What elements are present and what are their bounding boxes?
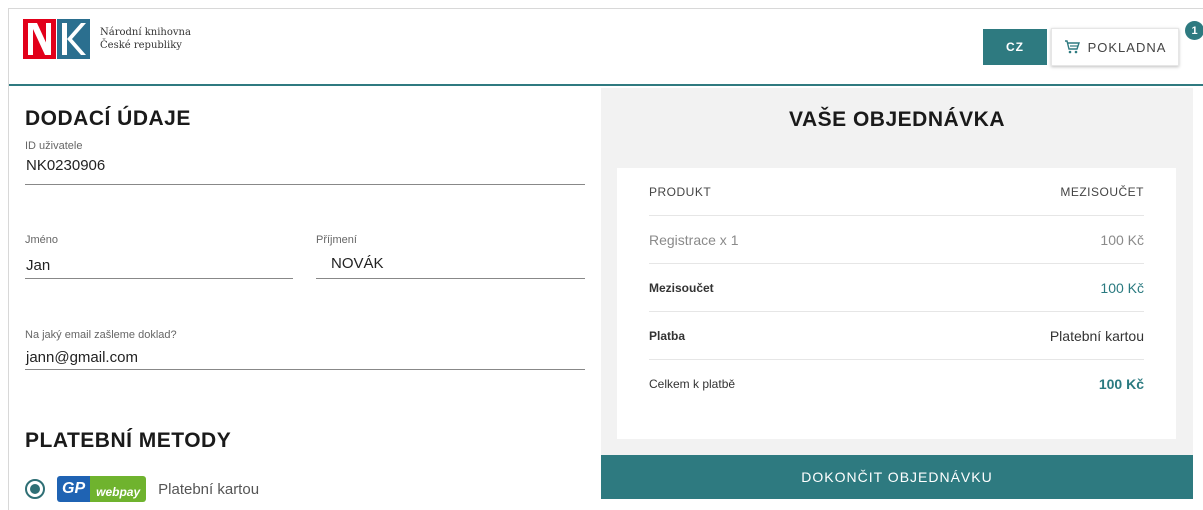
last-name-field[interactable]: NOVÁK <box>330 255 384 272</box>
total-row: Celkem k platbě 100 Kč <box>649 360 1144 408</box>
order-title: VAŠE OBJEDNÁVKA <box>789 108 1005 131</box>
cart-count-badge: 1 <box>1185 21 1203 40</box>
subtotal-row: Mezisoučet 100 Kč <box>649 264 1144 312</box>
nk-logo[interactable]: Národní knihovna České republiky <box>23 19 191 59</box>
logo-n-mark <box>23 19 56 59</box>
payment-row: Platba Platební kartou <box>649 312 1144 360</box>
payment-radio[interactable] <box>25 479 45 499</box>
order-item-row: Registrace x 1 100 Kč <box>649 216 1144 264</box>
payment-method-label: Platební kartou <box>158 480 260 498</box>
total-label: Celkem k platbě <box>649 377 736 391</box>
gp-webpay-logo: GP webpay <box>57 476 147 502</box>
email-field[interactable]: jann@gmail.com <box>25 349 138 366</box>
user-id-label: ID uživatele <box>25 140 83 152</box>
item-price: 100 Kč <box>1100 231 1144 248</box>
payment-label: Platba <box>649 328 686 343</box>
webpay-mark: webpay <box>90 476 147 502</box>
checkout-label: POKLADNA <box>1087 39 1167 55</box>
column-product: PRODUKT <box>649 184 712 199</box>
total-value: 100 Kč <box>1098 376 1144 392</box>
column-subtotal: MEZISOUČET <box>1060 184 1144 199</box>
user-id-underline <box>25 184 585 185</box>
order-header-row: PRODUKT MEZISOUČET <box>649 168 1144 216</box>
site-header: Národní knihovna České republiky CZ POKL… <box>9 9 1203 86</box>
email-label: Na jaký email zašleme doklad? <box>25 329 177 341</box>
checkout-button[interactable]: POKLADNA <box>1051 28 1179 66</box>
cart-icon <box>1064 40 1080 54</box>
first-name-underline <box>25 278 293 279</box>
delivery-title: DODACÍ ÚDAJE <box>25 107 191 130</box>
payment-value: Platební kartou <box>1049 327 1144 344</box>
order-table: PRODUKT MEZISOUČET Registrace x 1 100 Kč… <box>617 168 1176 439</box>
order-summary-panel: VAŠE OBJEDNÁVKA PRODUKT MEZISOUČET Regis… <box>601 88 1193 455</box>
gp-mark: GP <box>57 476 91 502</box>
first-name-field[interactable]: Jan <box>25 257 50 274</box>
logo-line1: Národní knihovna <box>100 27 191 38</box>
subtotal-label: Mezisoučet <box>649 280 714 295</box>
language-button[interactable]: CZ <box>983 29 1047 65</box>
subtotal-value: 100 Kč <box>1100 279 1144 296</box>
logo-line2: České republiky <box>100 40 182 51</box>
last-name-underline <box>316 278 585 279</box>
payment-option-card[interactable]: GP webpay Platební kartou <box>25 476 259 502</box>
user-id-field[interactable]: NK0230906 <box>25 157 105 174</box>
logo-k-mark <box>57 19 90 59</box>
logo-text: Národní knihovna České republiky <box>100 26 191 52</box>
payment-methods-title: PLATEBNÍ METODY <box>25 429 232 452</box>
first-name-label: Jméno <box>25 234 59 246</box>
last-name-label: Příjmení <box>316 234 357 246</box>
email-underline <box>25 369 585 370</box>
finish-order-button[interactable]: DOKONČIT OBJEDNÁVKU <box>601 455 1193 499</box>
item-name: Registrace x 1 <box>649 231 739 248</box>
